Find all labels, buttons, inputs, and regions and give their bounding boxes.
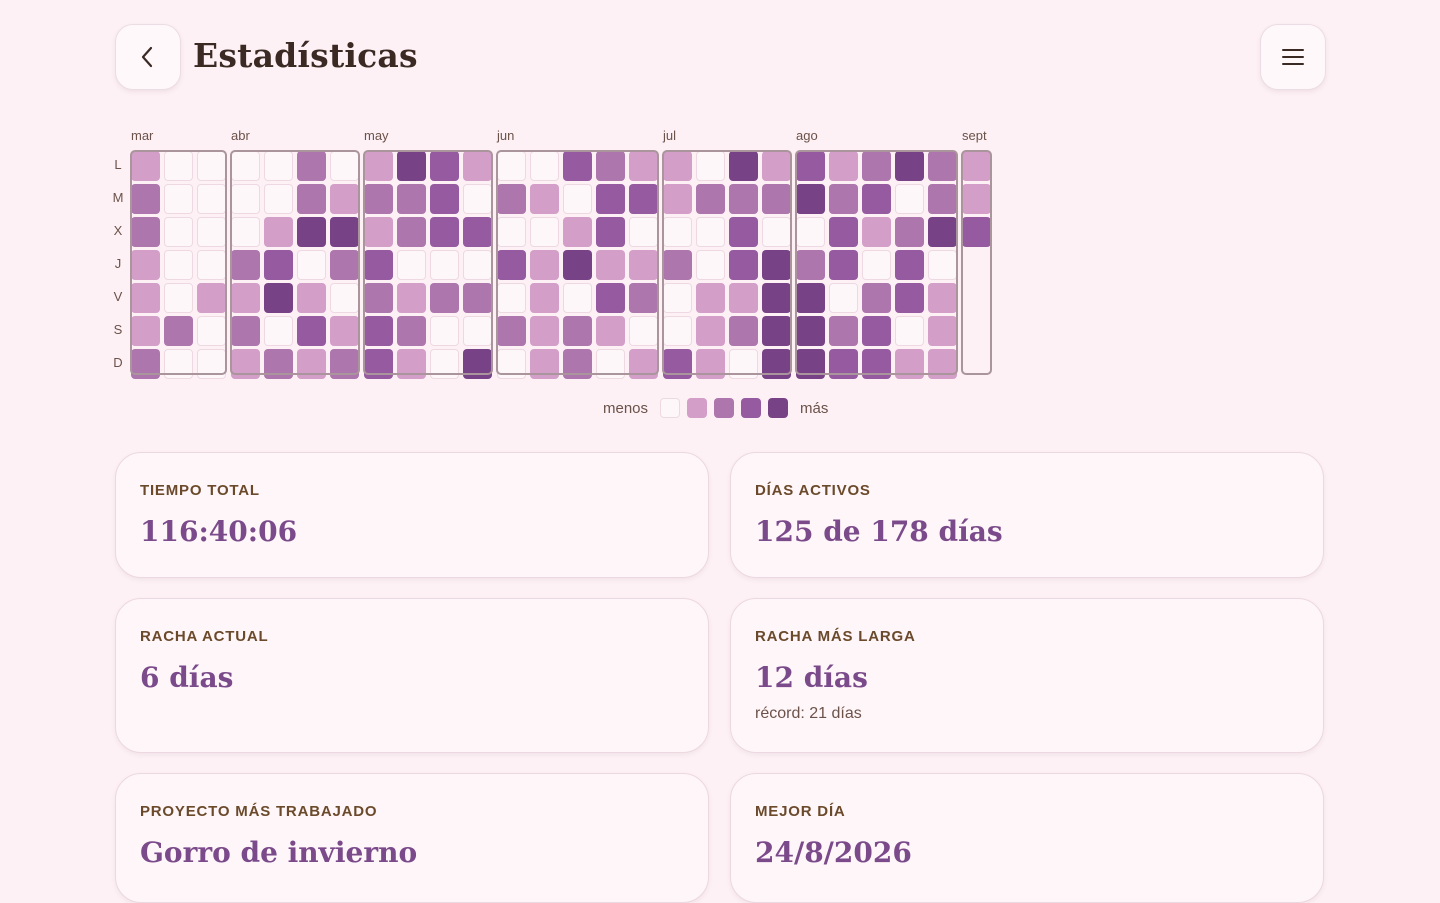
active-days-card: DÍAS ACTIVOS 125 de 178 días: [730, 452, 1324, 578]
card-label: PROYECTO MÁS TRABAJADO: [140, 803, 378, 820]
chevron-left-icon: [141, 46, 153, 68]
header: Estadísticas: [115, 24, 1326, 90]
best-day-card: MEJOR DÍA 24/8/2026: [730, 773, 1324, 903]
card-label: RACHA MÁS LARGA: [755, 628, 916, 645]
card-label: TIEMPO TOTAL: [140, 482, 260, 499]
month-outline: [795, 150, 958, 375]
page-title: Estadísticas: [193, 36, 418, 75]
legend-swatch-3: [741, 398, 762, 418]
back-button[interactable]: [115, 24, 181, 90]
menu-button[interactable]: [1260, 24, 1326, 90]
total-time-card: TIEMPO TOTAL 116:40:06: [115, 452, 709, 578]
month-outline: [496, 150, 659, 375]
current-streak-card: RACHA ACTUAL 6 días: [115, 598, 709, 753]
longest-streak-card: RACHA MÁS LARGA 12 días récord: 21 días: [730, 598, 1324, 753]
weekday-label: X: [113, 223, 123, 238]
month-label: abr: [231, 128, 250, 143]
legend-swatch-0: [660, 398, 681, 418]
month-label: may: [364, 128, 389, 143]
month-label: ago: [796, 128, 818, 143]
card-label: MEJOR DÍA: [755, 803, 846, 820]
card-value: Gorro de invierno: [140, 836, 418, 869]
month-label: mar: [131, 128, 154, 143]
legend-swatch-1: [687, 398, 708, 418]
month-outline: [363, 150, 493, 375]
heatmap-legend: menos más: [603, 397, 828, 419]
weekday-label: L: [114, 157, 122, 172]
card-value: 24/8/2026: [755, 836, 912, 869]
weekday-label: M: [112, 190, 124, 205]
card-value: 6 días: [140, 661, 234, 694]
card-value: 125 de 178 días: [755, 515, 1003, 548]
weekday-label: D: [113, 355, 123, 370]
weekday-label: S: [113, 322, 123, 337]
month-label: jul: [663, 128, 677, 143]
card-value: 116:40:06: [140, 515, 298, 548]
legend-swatch-4: [768, 398, 789, 418]
top-project-card: PROYECTO MÁS TRABAJADO Gorro de invierno: [115, 773, 709, 903]
month-outline: [130, 150, 227, 375]
month-outline: [961, 150, 992, 375]
month-outline: [662, 150, 792, 375]
weekday-label: J: [114, 256, 122, 271]
legend-more-label: más: [800, 399, 829, 417]
hamburger-menu-icon: [1282, 49, 1304, 65]
card-value: 12 días: [755, 661, 868, 694]
month-outline: [230, 150, 360, 375]
month-label: sept: [962, 128, 987, 143]
card-label: RACHA ACTUAL: [140, 628, 269, 645]
card-label: DÍAS ACTIVOS: [755, 482, 871, 499]
card-subtext: récord: 21 días: [755, 705, 862, 722]
weekday-label: V: [113, 289, 123, 304]
month-label: jun: [497, 128, 515, 143]
legend-less-label: menos: [603, 399, 649, 417]
legend-swatch-2: [714, 398, 735, 418]
